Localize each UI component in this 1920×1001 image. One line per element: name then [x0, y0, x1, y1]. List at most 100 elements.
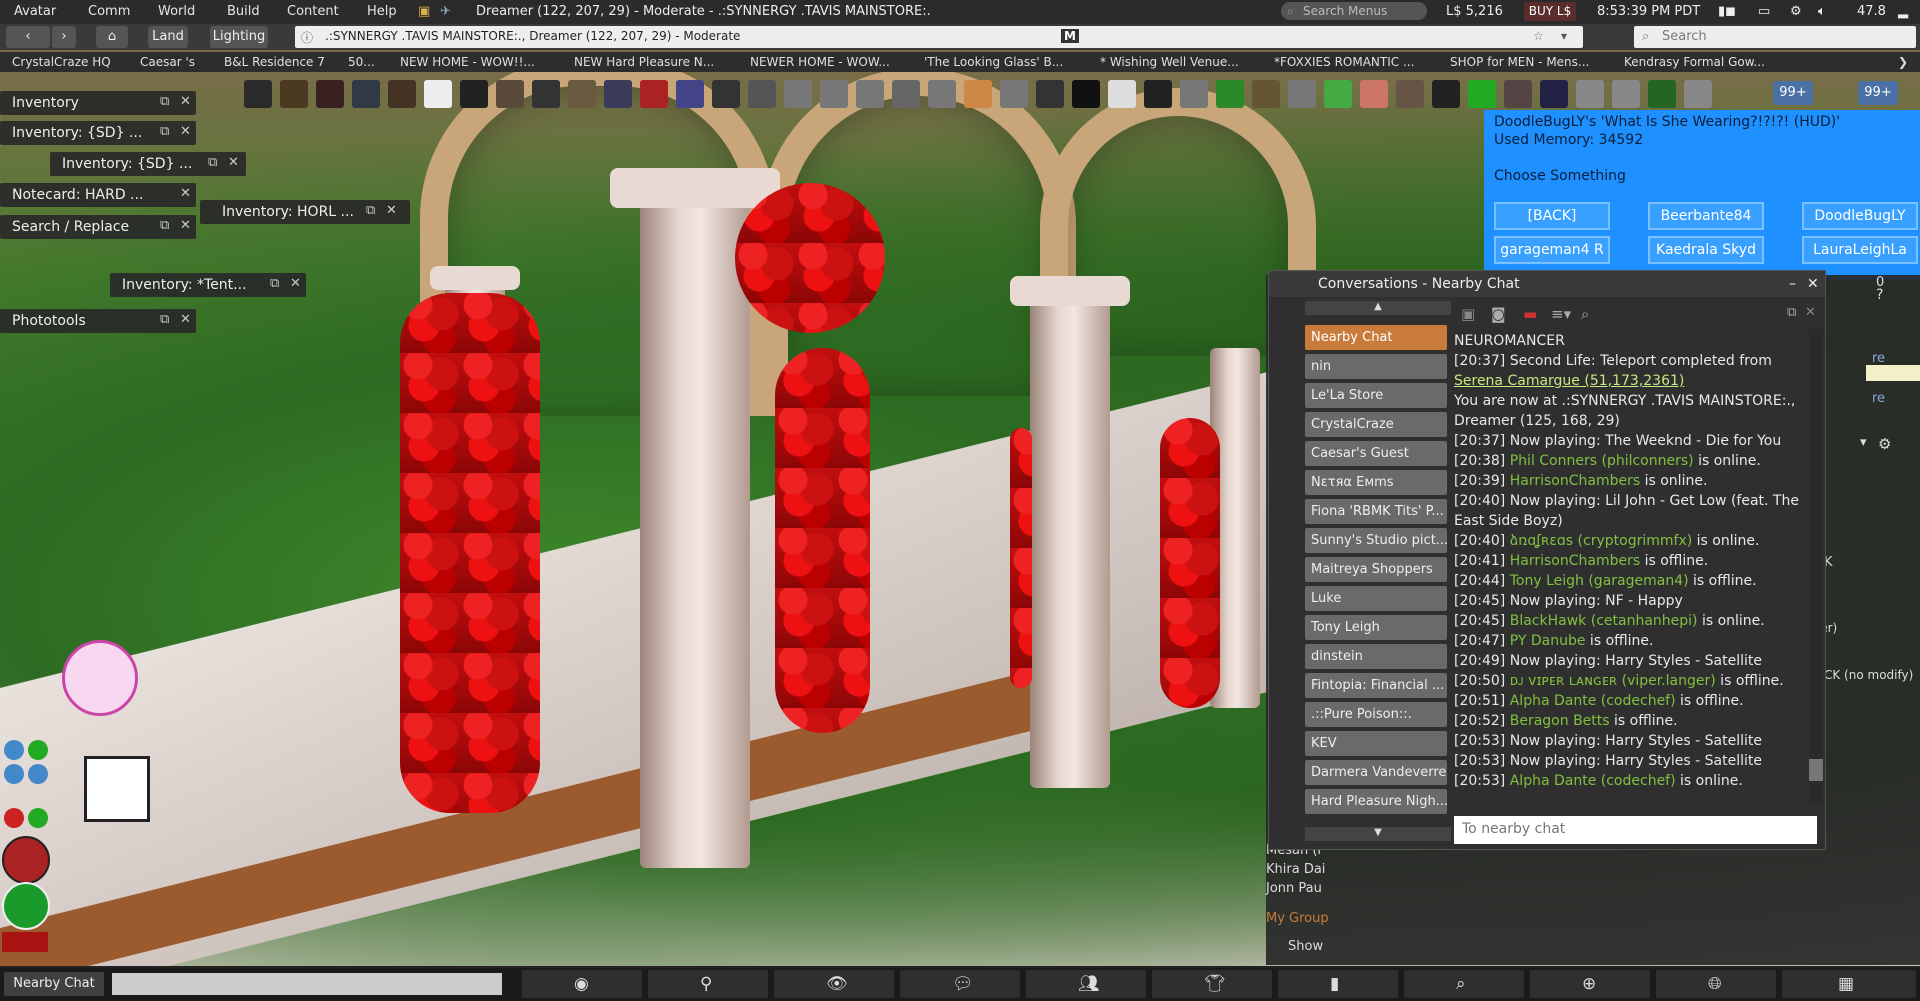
- collapse-icon[interactable]: [2, 932, 48, 952]
- favorite-item[interactable]: 'The Looking Glass' B...: [924, 55, 1063, 69]
- toolbar-item[interactable]: [1468, 80, 1496, 108]
- toolbar-item[interactable]: [1432, 80, 1460, 108]
- flight-icon[interactable]: ✈: [440, 4, 451, 19]
- toolbar-item[interactable]: [1108, 80, 1136, 108]
- tab-conversation[interactable]: Caesar's Guest: [1305, 441, 1447, 466]
- tab-conversation[interactable]: Darmera Vandeverre: [1305, 760, 1447, 785]
- tab-conversation[interactable]: Luke: [1305, 586, 1447, 611]
- toolbar-item[interactable]: [928, 80, 956, 108]
- close-icon[interactable]: ✕: [180, 94, 191, 109]
- favorite-item[interactable]: * Wishing Well Venue...: [1100, 55, 1239, 69]
- inventory-button[interactable]: ▮: [1278, 970, 1398, 998]
- restore-icon[interactable]: ⧉: [160, 94, 169, 109]
- places-button[interactable]: ⊕: [1530, 970, 1650, 998]
- close-icon[interactable]: ✕: [290, 276, 301, 291]
- toolbar-item[interactable]: [712, 80, 740, 108]
- toolbar-item[interactable]: [316, 80, 344, 108]
- toolbar-item[interactable]: [532, 80, 560, 108]
- restore-icon[interactable]: ⧉: [366, 203, 375, 218]
- toolbar-item[interactable]: [1324, 80, 1352, 108]
- favorite-item[interactable]: Caesar 's: [140, 55, 195, 69]
- favorite-item[interactable]: SHOP for MEN - Mens...: [1450, 55, 1589, 69]
- appearance-button[interactable]: 👕︎: [1152, 970, 1272, 998]
- hud-choice-button[interactable]: Beerbante84: [1648, 202, 1764, 230]
- menu-avatar[interactable]: Avatar: [14, 4, 56, 19]
- restore-icon[interactable]: ⧉: [270, 276, 279, 291]
- hud-badge[interactable]: [62, 640, 138, 716]
- menu-content[interactable]: Content: [287, 4, 339, 19]
- power-icon[interactable]: [2, 882, 50, 930]
- forward-button[interactable]: ›: [52, 26, 76, 48]
- toolbar-item[interactable]: [352, 80, 380, 108]
- toolbar-item[interactable]: [1216, 80, 1244, 108]
- chat-scrollbar[interactable]: [1809, 329, 1823, 804]
- favorite-item[interactable]: Kendrasy Formal Gow...: [1624, 55, 1765, 69]
- favorite-item[interactable]: *FOXXIES ROMANTIC ...: [1274, 55, 1414, 69]
- toolbar-item[interactable]: [1648, 80, 1676, 108]
- restore-icon[interactable]: ⧉: [160, 218, 169, 233]
- toolbar-item[interactable]: [1000, 80, 1028, 108]
- chat-user-name[interactable]: ձռɑʆʀɛɑs (cryptogrimmfx): [1510, 533, 1692, 549]
- hud-choice-button[interactable]: DoodleBugLY: [1802, 202, 1918, 230]
- toolbar-item[interactable]: [1540, 80, 1568, 108]
- chevron-down-icon[interactable]: ▾: [1860, 435, 1867, 450]
- toolbar-item[interactable]: [748, 80, 776, 108]
- close-icon[interactable]: ✕: [180, 124, 191, 139]
- hud-choice-button[interactable]: Kaedrala Skyd: [1648, 236, 1764, 264]
- inventory-window[interactable]: Inventory ⧉ ✕: [0, 91, 196, 115]
- favorite-item[interactable]: CrystalCraze HQ: [12, 55, 111, 69]
- close-icon[interactable]: ✕: [1805, 305, 1816, 320]
- toolbar-item[interactable]: [1396, 80, 1424, 108]
- menu-comm[interactable]: Comm: [88, 4, 130, 19]
- voice-icon[interactable]: ◙: [1491, 305, 1506, 323]
- close-icon[interactable]: ✕: [180, 186, 191, 201]
- menu-help[interactable]: Help: [367, 4, 397, 19]
- tab-conversation[interactable]: CrystalCraze: [1305, 412, 1447, 437]
- chat-button[interactable]: 💬︎: [900, 970, 1020, 998]
- favorite-item[interactable]: B&L Residence 7: [224, 55, 325, 69]
- call-icon[interactable]: ▬: [1523, 305, 1537, 323]
- close-icon[interactable]: ✕: [180, 312, 191, 327]
- search-button[interactable]: ⌕: [1404, 970, 1524, 998]
- notecard-window[interactable]: Notecard: HARD ... ✕: [0, 183, 196, 207]
- toolbar-item[interactable]: [820, 80, 848, 108]
- toolbar-item[interactable]: [1144, 80, 1172, 108]
- gear-icon[interactable]: ⚙: [1878, 435, 1891, 453]
- scroll-thumb[interactable]: [1809, 759, 1823, 781]
- avatar-hud-icon[interactable]: [84, 756, 150, 822]
- back-button[interactable]: ‹: [6, 26, 50, 48]
- overflow-count-badge[interactable]: 99+: [1773, 81, 1813, 105]
- chat-user-name[interactable]: ᴅᴊ ᴠɪᴘᴇʀ ʟᴀɴɢᴇʀ (viper.langer): [1510, 673, 1716, 689]
- toolbar-item[interactable]: [496, 80, 524, 108]
- inventory-window[interactable]: Inventory: *Tent... ⧉ ✕: [110, 273, 306, 297]
- conversations-window[interactable]: Conversations - Nearby Chat – ✕ ▲ Nearby…: [1268, 270, 1826, 850]
- tab-conversation[interactable]: Hard Pleasure Nigh...: [1305, 789, 1447, 814]
- toolbar-item[interactable]: [244, 80, 272, 108]
- toolbar-item[interactable]: [1576, 80, 1604, 108]
- chat-user-name[interactable]: Beragon Betts: [1510, 713, 1610, 729]
- toolbar-item[interactable]: [1612, 80, 1640, 108]
- chat-user-name[interactable]: Alpha Dante (codechef): [1510, 773, 1676, 789]
- toolbar-item[interactable]: [1252, 80, 1280, 108]
- tear-off-icon[interactable]: ⧉: [1787, 305, 1796, 320]
- sit-anywhere-icon[interactable]: [2, 836, 50, 884]
- toolbar-item[interactable]: [856, 80, 884, 108]
- chat-user-name[interactable]: PY Danube: [1510, 633, 1586, 649]
- chat-user-name[interactable]: HarrisonChambers: [1510, 553, 1640, 569]
- location-link[interactable]: Serena Camargue (51,173,2361): [1454, 373, 1684, 389]
- tab-conversation[interactable]: Tony Leigh: [1305, 615, 1447, 640]
- buy-currency-button[interactable]: BUY L$: [1524, 2, 1576, 21]
- hud-button[interactable]: [4, 808, 24, 828]
- options-icon[interactable]: ≡▾: [1551, 305, 1571, 323]
- scroll-down-icon[interactable]: ▼: [1305, 827, 1451, 841]
- tab-conversation[interactable]: Fiona 'RBMK Tits' P...: [1305, 499, 1447, 524]
- star-icon[interactable]: ☆: [1533, 29, 1544, 43]
- region-info[interactable]: Dreamer (122, 207, 29) - Moderate - .:SY…: [476, 4, 931, 19]
- inventory-window[interactable]: Inventory: {SD} ... ⧉ ✕: [0, 121, 196, 145]
- inventory-window[interactable]: Inventory: {SD} ... ⧉ ✕: [50, 152, 246, 176]
- display-icon[interactable]: ▭: [1758, 4, 1770, 19]
- chevron-down-icon[interactable]: ▾: [1561, 29, 1567, 43]
- toolbar-item[interactable]: [1504, 80, 1532, 108]
- toolbar-item[interactable]: [1072, 80, 1100, 108]
- tab-conversation[interactable]: Sunny's Studio pict...: [1305, 528, 1447, 553]
